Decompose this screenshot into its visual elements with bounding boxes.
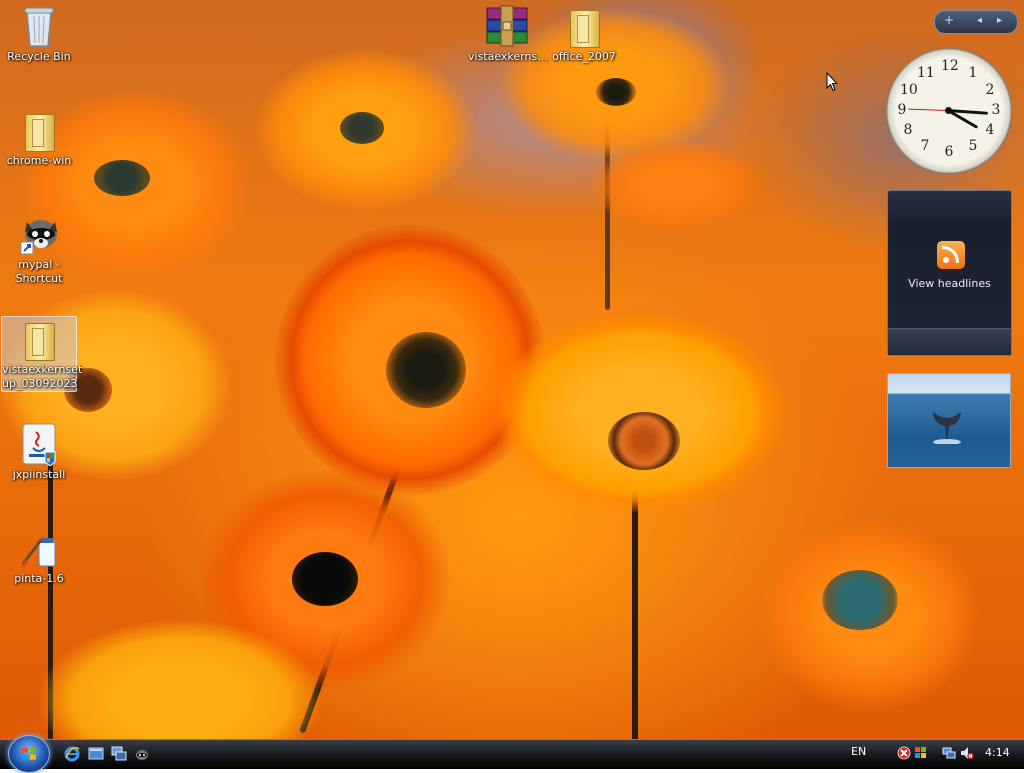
desktop-wallpaper: Recycle Bin chrome-win mypal - Shortcut … <box>0 0 1024 739</box>
flower-center <box>822 570 898 630</box>
clock-number: 10 <box>900 82 918 98</box>
mypal-shortcut[interactable]: mypal - Shortcut <box>1 212 77 286</box>
clock-number: 6 <box>944 144 954 160</box>
flower-center <box>292 552 358 606</box>
raccoon-icon <box>19 212 59 256</box>
clock-number: 8 <box>903 122 913 138</box>
feed-toolbar <box>888 328 1011 355</box>
folder-icon <box>19 317 59 361</box>
clock-gadget[interactable]: 12 1 2 3 4 5 6 7 8 9 10 11 <box>886 48 1012 174</box>
flower-center <box>608 412 680 470</box>
flower-center <box>94 160 150 196</box>
security-alert-icon[interactable] <box>897 746 911 760</box>
clock-number: 2 <box>985 82 995 98</box>
trash-icon <box>19 4 59 48</box>
clock-number: 11 <box>917 65 935 81</box>
slideshow-gadget[interactable] <box>887 373 1011 468</box>
recycle-bin-icon[interactable]: Recycle Bin <box>1 4 77 64</box>
whale-tail-image <box>933 412 961 444</box>
clock-number: 4 <box>985 122 995 138</box>
next-page-button[interactable]: ▸ <box>997 15 1002 26</box>
windows-update-icon[interactable] <box>914 746 928 760</box>
icon-label: office_2007 <box>552 50 616 63</box>
rss-icon <box>937 241 965 269</box>
taskbar: EN 4:14 <box>0 735 1024 773</box>
icon-label: vistaexkernset up_03092023 <box>2 363 83 390</box>
paintbrush-icon <box>19 526 59 570</box>
flower <box>590 140 760 230</box>
flower-center <box>386 332 466 408</box>
java-installer-icon <box>19 422 59 467</box>
language-indicator[interactable]: EN <box>851 745 866 758</box>
add-gadget-button[interactable]: + <box>944 13 954 27</box>
clock-second-hand <box>908 108 949 111</box>
icon-label: mypal - Shortcut <box>15 258 63 285</box>
jxpiinstall-icon[interactable]: jxpiinstall <box>1 422 77 482</box>
mypal-icon[interactable] <box>134 746 150 762</box>
previous-page-button[interactable]: ◂ <box>977 15 982 26</box>
internet-explorer-icon[interactable] <box>64 746 80 762</box>
clock-number: 3 <box>991 102 1001 118</box>
clock-number: 9 <box>897 102 907 118</box>
feed-headlines-gadget[interactable]: View headlines <box>887 190 1012 356</box>
taskbar-clock[interactable]: 4:14 <box>985 746 1010 759</box>
icon-label: chrome-win <box>6 154 72 167</box>
clock-center-pin <box>945 107 952 114</box>
start-button[interactable] <box>8 735 50 773</box>
office-2007-folder[interactable]: office_2007 <box>546 4 622 64</box>
folder-icon <box>19 108 59 152</box>
mouse-pointer-icon <box>826 71 839 92</box>
flower-center <box>340 112 384 144</box>
icon-label: jxpiinstall <box>12 468 66 481</box>
sidebar-controls: + ◂ ▸ <box>934 10 1018 34</box>
winrar-archive-icon <box>486 4 528 48</box>
chrome-win-folder[interactable]: chrome-win <box>1 108 77 168</box>
clock-number: 7 <box>920 138 930 154</box>
vistaexkerns-archive[interactable]: vistaexkerns... <box>468 4 548 64</box>
folder-icon <box>564 4 604 48</box>
network-icon[interactable] <box>942 746 956 760</box>
clock-number: 1 <box>968 65 978 81</box>
icon-label: pinta-1.6 <box>14 572 64 585</box>
switch-windows-icon[interactable] <box>111 746 127 762</box>
clock-number: 12 <box>941 58 959 74</box>
vistaexkernsetup-folder[interactable]: vistaexkernset up_03092023 <box>1 316 82 392</box>
clock-number: 5 <box>968 138 978 154</box>
view-headlines-link[interactable]: View headlines <box>888 277 1011 290</box>
flower-center <box>596 78 636 106</box>
icon-label: Recycle Bin <box>7 50 71 63</box>
icon-label: vistaexkerns... <box>468 50 548 63</box>
show-desktop-icon[interactable] <box>88 746 104 762</box>
flower-stem <box>632 480 638 739</box>
windows-logo-icon <box>22 747 36 760</box>
volume-muted-icon[interactable] <box>960 746 974 760</box>
pinta-icon[interactable]: pinta-1.6 <box>1 526 77 586</box>
